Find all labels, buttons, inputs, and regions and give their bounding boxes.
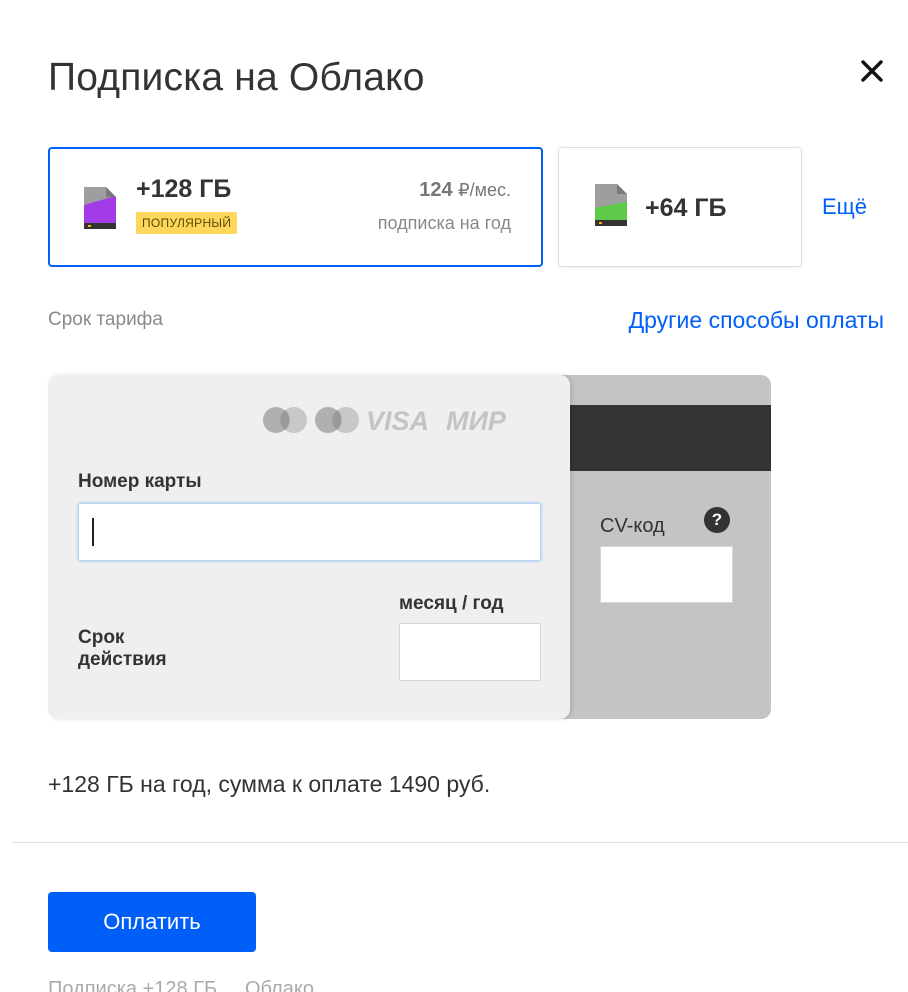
drive-icon — [595, 184, 627, 226]
card-front: VISA МИР Номер карты месяц / год Срок де… — [48, 375, 570, 719]
footnote: Подписка +128 ГБ ... Облако — [48, 978, 314, 992]
plan-period: подписка на год — [377, 213, 511, 233]
plan-price: 124 ₽/мес. — [419, 179, 511, 202]
close-icon — [861, 60, 883, 82]
plan-card-128gb[interactable]: +128 ГБ ПОПУЛЯРНЫЙ 124 ₽/мес. подписка н… — [48, 147, 543, 267]
pay-button[interactable]: Оплатить — [48, 892, 256, 952]
help-icon[interactable]: ? — [704, 507, 730, 533]
card-number-input[interactable] — [78, 503, 541, 561]
subscription-dialog: Подписка на Облако +128 ГБ ПОПУЛЯРНЫЙ 12… — [0, 0, 908, 992]
payment-summary: +128 ГБ на год, сумма к оплате 1490 руб. — [48, 771, 491, 797]
dialog-title: Подписка на Облако — [48, 56, 425, 99]
cv-label: CV-код — [600, 515, 665, 537]
expiry-label: Срок действия — [78, 627, 167, 670]
plan-size: +64 ГБ — [645, 194, 727, 222]
mastercard-icon — [263, 407, 307, 433]
mir-logo: МИР — [446, 406, 507, 436]
close-button[interactable] — [855, 54, 889, 88]
term-label: Срок тарифа — [48, 309, 163, 330]
more-plans-link[interactable]: Ещё — [822, 194, 867, 220]
card-brands-logos: VISA МИР — [263, 406, 507, 436]
card-number-label: Номер карты — [78, 471, 202, 492]
other-payment-link[interactable]: Другие способы оплаты — [629, 307, 884, 334]
popular-badge: ПОПУЛЯРНЫЙ — [136, 212, 238, 234]
price-value: 124 — [419, 179, 453, 201]
price-unit: ₽/мес. — [458, 180, 511, 200]
expiry-format-label: месяц / год — [399, 593, 504, 614]
drive-icon — [84, 187, 116, 229]
divider — [12, 842, 908, 843]
cv-input[interactable] — [600, 546, 733, 603]
expiry-input[interactable] — [399, 623, 541, 681]
visa-logo: VISA — [366, 406, 429, 436]
text-caret — [92, 518, 94, 546]
maestro-icon — [315, 407, 359, 433]
plan-size: +128 ГБ — [136, 175, 232, 203]
plan-card-64gb[interactable]: +64 ГБ — [558, 147, 802, 267]
